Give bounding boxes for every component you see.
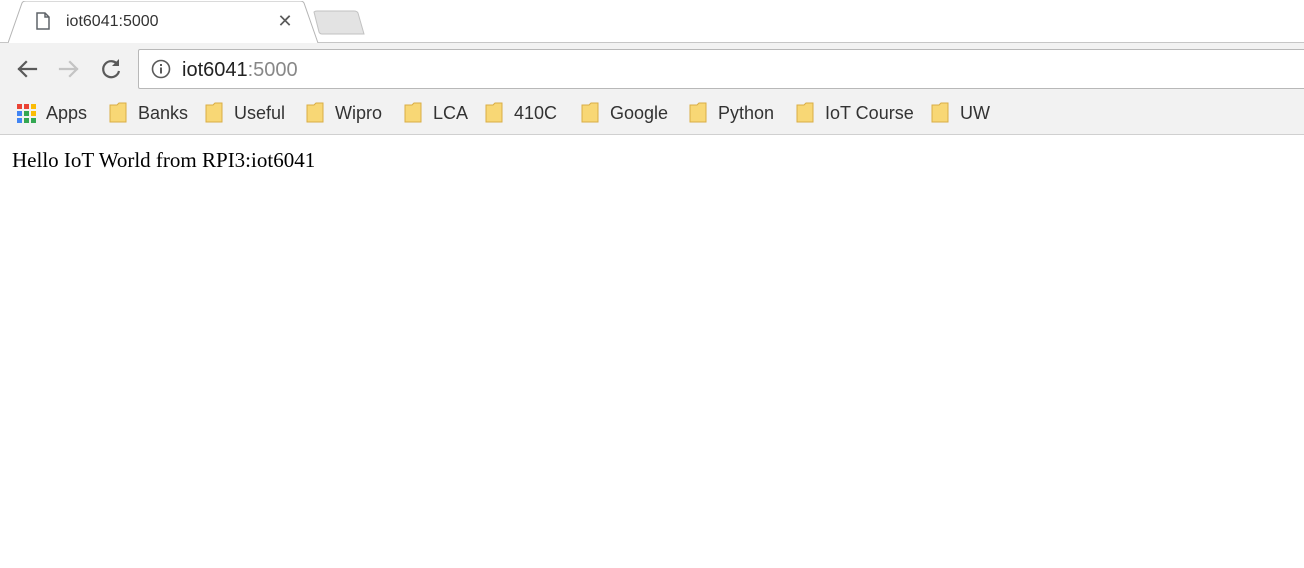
reload-icon (102, 59, 121, 79)
bookmark-folder-google[interactable]: Google (580, 100, 668, 126)
address-bar[interactable]: iot6041:5000 (138, 49, 1304, 89)
bookmark-label: Useful (234, 102, 286, 123)
tab-shape (8, 1, 319, 43)
arrow-left-icon (17, 60, 38, 78)
folder-icon (404, 102, 422, 123)
bookmark-label: Banks (138, 102, 189, 123)
bookmark-label: Wipro (335, 102, 383, 123)
new-tab-icon (313, 10, 365, 35)
bookmark-apps[interactable]: Apps (17, 100, 87, 126)
bookmark-folder-iot-course[interactable]: IoT Course (795, 100, 914, 126)
bookmark-label: 410C (514, 102, 558, 123)
bookmark-label: Python (718, 102, 775, 123)
folder-icon (306, 102, 324, 123)
address-text[interactable]: iot6041:5000 (182, 59, 298, 82)
bookmark-folder-banks[interactable]: Banks (108, 100, 188, 126)
new-tab-button[interactable] (312, 10, 366, 36)
apps-grid-icon (17, 103, 36, 123)
page-message: Hello IoT World from RPI3:iot6041 (12, 148, 316, 172)
page-viewport: Hello IoT World from RPI3:iot6041 (0, 135, 1304, 568)
bookmark-folder-wipro[interactable]: Wipro (305, 100, 382, 126)
info-icon[interactable] (151, 59, 171, 79)
folder-icon (485, 102, 503, 123)
folder-icon (796, 102, 814, 123)
bookmark-folder-lca[interactable]: LCA (403, 100, 468, 126)
bookmark-folder-useful[interactable]: Useful (204, 100, 285, 126)
folder-icon (931, 102, 949, 123)
browser-toolbar: iot6041:5000 (0, 43, 1304, 93)
file-icon (36, 12, 50, 30)
bookmark-folder-python[interactable]: Python (688, 100, 774, 126)
forward-button[interactable] (56, 56, 82, 82)
bookmark-label: IoT Course (825, 102, 914, 123)
tab-strip: iot6041:5000 ✕ (0, 0, 1304, 43)
tab-title: iot6041:5000 (66, 13, 159, 30)
bookmark-folder-410c[interactable]: 410C (484, 100, 557, 126)
bookmark-label: Google (610, 102, 669, 123)
address-port: :5000 (247, 59, 298, 81)
folder-icon (689, 102, 707, 123)
folder-icon (109, 102, 127, 123)
bookmark-label: LCA (433, 102, 469, 123)
address-host: iot6041 (182, 59, 248, 81)
arrow-right-icon (58, 60, 79, 78)
close-tab-icon[interactable]: ✕ (276, 12, 294, 30)
folder-icon (205, 102, 223, 123)
bookmark-label: UW (960, 102, 990, 123)
reload-button[interactable] (98, 56, 124, 82)
bookmark-folder-uw[interactable]: UW (930, 100, 990, 126)
bookmarks-bar: Apps Banks Useful Wipro LCA 410C Google … (0, 93, 1304, 135)
back-button[interactable] (14, 56, 40, 82)
bookmark-apps-label: Apps (46, 102, 88, 123)
tab-active[interactable]: iot6041:5000 ✕ (8, 1, 320, 43)
folder-icon (581, 102, 599, 123)
